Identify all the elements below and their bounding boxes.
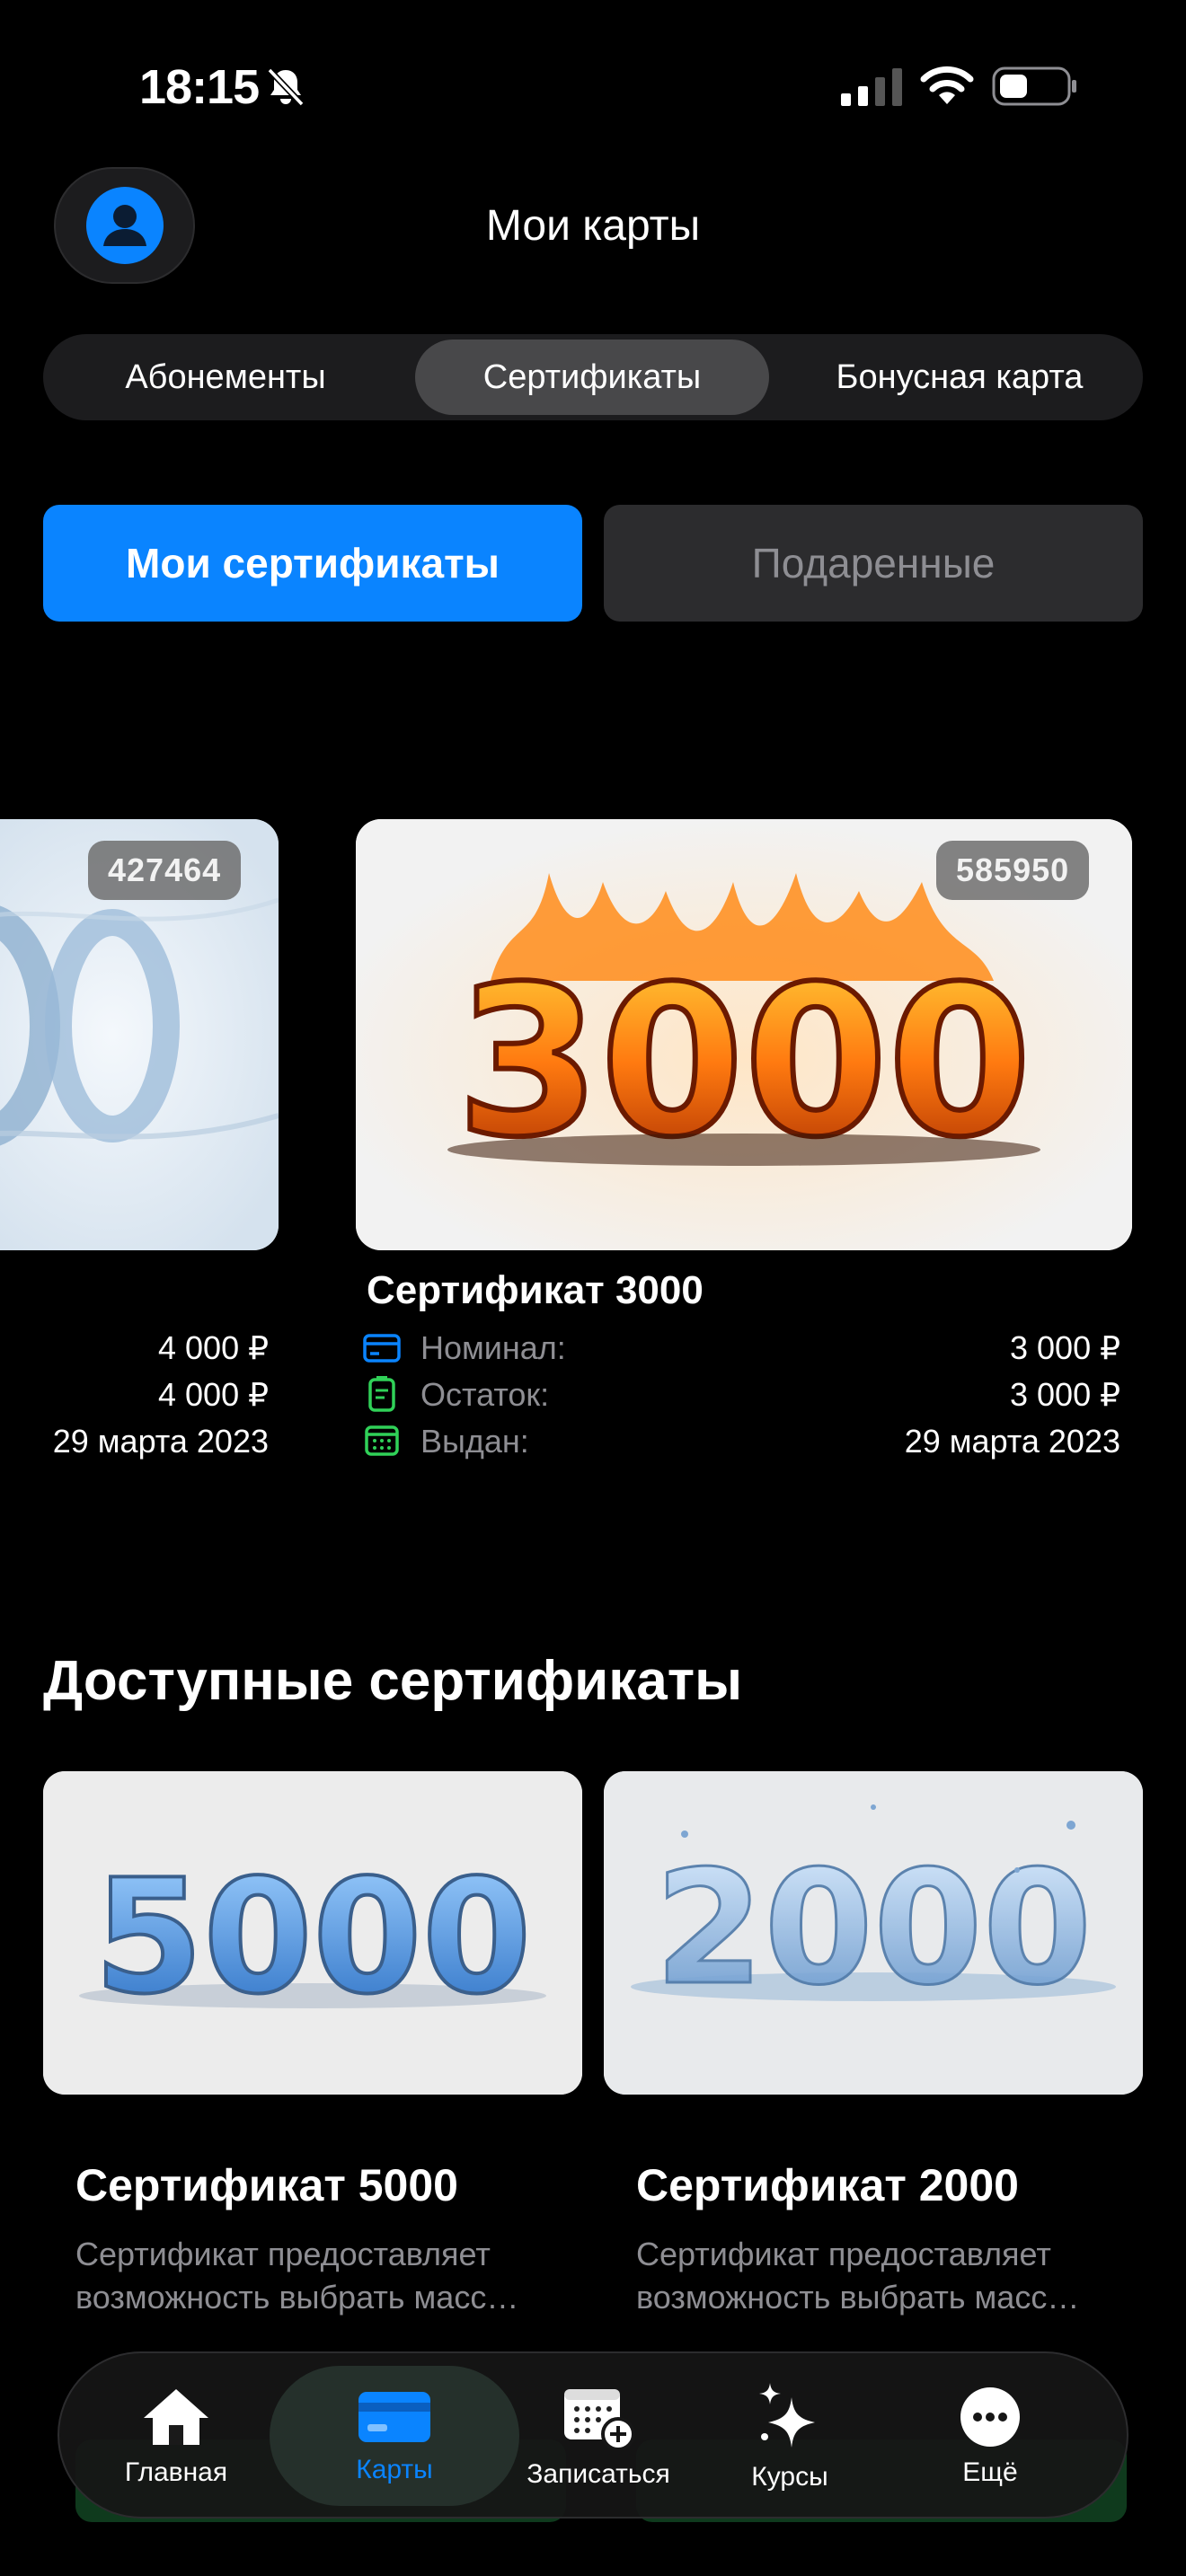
tab-label: Ещё	[962, 2457, 1018, 2487]
segment-certificates[interactable]: Сертификаты	[415, 340, 769, 415]
page-title: Мои карты	[485, 202, 701, 250]
calendar-add-icon	[564, 2389, 635, 2450]
certificate-code-badge: 585950	[936, 841, 1090, 900]
segment-bonus-card[interactable]: Бонусная карта	[782, 340, 1137, 415]
available-certificate-description: Сертификат предоставляет возможность выб…	[75, 2236, 519, 2316]
wifi-icon	[920, 66, 974, 104]
tab-more[interactable]: Ещё	[909, 2353, 1071, 2520]
cellular-signal-icon	[841, 68, 902, 106]
bell-slash-icon	[267, 67, 305, 107]
tab-label: Карты	[356, 2455, 433, 2484]
nominal-value: 3 000 ₽	[1010, 1329, 1120, 1366]
more-icon	[960, 2387, 1020, 2447]
certificate-image-fire: 3000 585950	[356, 819, 1132, 1250]
balance-value: 3 000 ₽	[1010, 1376, 1120, 1413]
certificate-image-ice: 427464	[0, 819, 279, 1250]
tab-bar: Главная Карты Записаться Курсы Ещё	[58, 2351, 1128, 2519]
certificate-title: Сертификат 3000	[367, 1268, 704, 1312]
image-number-5000: 5000	[93, 1847, 531, 2029]
sparkles-icon	[759, 2383, 815, 2448]
tab-cards[interactable]: Карты	[314, 2353, 475, 2520]
balance-label: Остаток:	[420, 1376, 550, 1413]
gifted-certificates-tab[interactable]: Подаренные	[604, 505, 1143, 622]
tab-label: Записаться	[527, 2459, 670, 2489]
available-certificate-description: Сертификат предоставляет возможность выб…	[636, 2236, 1080, 2316]
certificate-image-2000: 2000	[604, 1771, 1143, 2095]
my-certificates-tab[interactable]: Мои сертификаты	[43, 505, 582, 622]
issued-label: Выдан:	[420, 1423, 529, 1460]
card-icon	[363, 1334, 401, 1363]
status-time: 18:15	[139, 60, 260, 114]
nominal-value: 4 000 ₽	[158, 1329, 269, 1366]
available-certificate-title: Сертификат 5000	[75, 2160, 458, 2210]
balance-value: 4 000 ₽	[158, 1376, 269, 1413]
issued-value: 29 марта 2023	[52, 1423, 269, 1460]
tab-home[interactable]: Главная	[95, 2353, 257, 2520]
battery-icon	[992, 66, 1076, 106]
house-icon	[144, 2389, 208, 2445]
tab-label: Главная	[124, 2457, 228, 2487]
certificate-code-badge: 427464	[88, 841, 242, 900]
available-certificates-title: Доступные сертификаты	[43, 1650, 743, 1712]
certificate-image-5000: 5000	[43, 1771, 582, 2095]
tab-courses[interactable]: Курсы	[709, 2353, 871, 2520]
image-number-2000: 2000	[654, 1838, 1092, 2020]
tab-book[interactable]: Записаться	[509, 2353, 688, 2520]
tab-label: Курсы	[751, 2462, 828, 2492]
issued-value: 29 марта 2023	[904, 1423, 1120, 1460]
card-icon	[358, 2392, 430, 2442]
segment-subscriptions[interactable]: Абонементы	[49, 340, 403, 415]
cards-segmented-control: Абонементы Сертификаты Бонусная карта	[43, 334, 1143, 420]
receipt-icon	[368, 1376, 395, 1412]
calendar-icon	[365, 1425, 399, 1456]
available-certificate-title: Сертификат 2000	[636, 2160, 1019, 2210]
nominal-label: Номинал:	[420, 1329, 566, 1366]
